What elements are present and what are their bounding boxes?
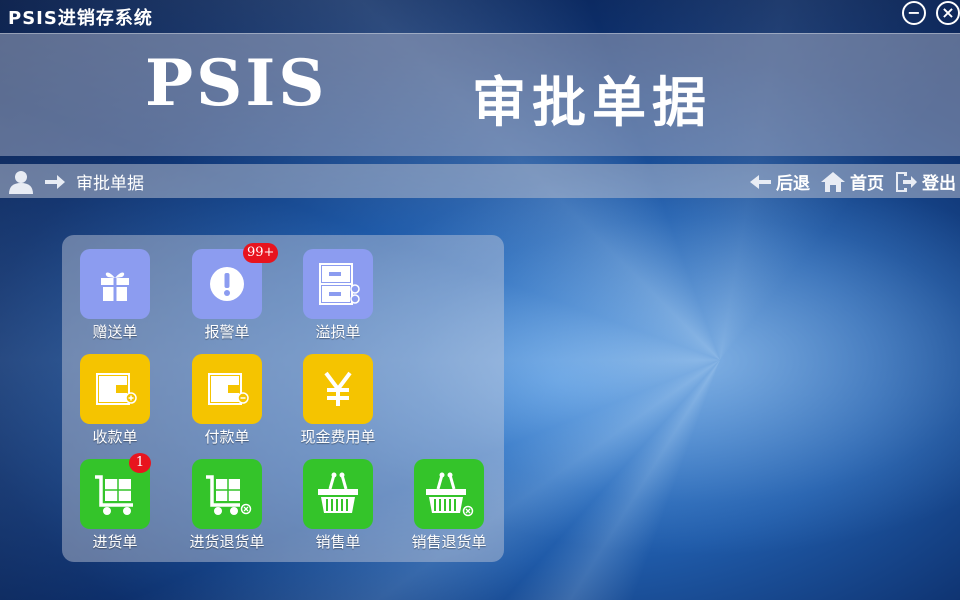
- tile-icon-box[interactable]: [303, 459, 373, 529]
- arrow-left-icon: [750, 174, 771, 189]
- tile-purchase-return-document[interactable]: 进货退货单: [171, 459, 283, 552]
- tile-label: 收款单: [92, 428, 138, 446]
- cabinet-icon: [319, 263, 360, 305]
- tile-cash-expense-document[interactable]: 现金费用单: [282, 354, 394, 447]
- tile-icon-box[interactable]: [303, 354, 373, 424]
- tile-label: 进货退货单: [189, 533, 265, 551]
- wallet-minus-icon: [208, 373, 249, 405]
- tile-label: 销售退货单: [411, 533, 487, 551]
- cart-icon: [95, 475, 133, 515]
- nav-bar: 审批单据 后退 首页 登出: [0, 164, 960, 198]
- gift-icon: [101, 272, 129, 301]
- tile-label: 溢损单: [315, 323, 361, 341]
- app-title: PSIS进销存系统: [8, 8, 153, 29]
- tile-sales-return-document[interactable]: 销售退货单: [393, 459, 505, 552]
- notification-badge: 99+: [243, 243, 279, 263]
- home-label: 首页: [850, 174, 884, 194]
- tile-icon-box[interactable]: [80, 354, 150, 424]
- notification-badge: 1: [129, 453, 151, 473]
- alert-icon: [210, 267, 244, 301]
- tile-receipt-document[interactable]: 收款单: [59, 354, 171, 447]
- logout-button[interactable]: 登出: [894, 169, 956, 194]
- tile-label: 报警单: [204, 323, 250, 341]
- back-label: 后退: [776, 174, 810, 194]
- close-button[interactable]: ×: [936, 1, 960, 25]
- home-button[interactable]: 首页: [820, 169, 884, 194]
- tile-icon-box[interactable]: [414, 459, 484, 529]
- tile-alert-document[interactable]: 99+ 报警单: [171, 243, 283, 342]
- logout-label: 登出: [922, 174, 956, 194]
- tile-gift-document[interactable]: 赠送单: [59, 249, 171, 342]
- basket-icon: [318, 472, 358, 513]
- minimize-button[interactable]: −: [902, 1, 926, 25]
- title-bar: PSIS进销存系统 − ×: [0, 0, 960, 32]
- page-title: 审批单据: [472, 71, 712, 134]
- back-button[interactable]: 后退: [748, 169, 810, 194]
- tile-payment-document[interactable]: 付款单: [171, 354, 283, 447]
- brand-logo-text: PSIS: [145, 46, 328, 121]
- tile-icon-box[interactable]: [192, 459, 262, 529]
- tile-loss-document[interactable]: 溢损单: [282, 249, 394, 342]
- home-icon: [821, 171, 845, 192]
- banner: PSIS 审批单据: [0, 33, 960, 156]
- tile-purchase-document[interactable]: 1 进货单: [59, 453, 171, 552]
- tile-icon-box[interactable]: [80, 249, 150, 319]
- tile-label: 现金费用单: [300, 428, 376, 446]
- arrow-right-icon: [45, 174, 65, 189]
- tile-label: 进货单: [92, 533, 138, 551]
- document-panel: 赠送单 99+ 报警单 溢损单 收款单 付款单 现金费用单 1 进货单 进货退货…: [62, 235, 504, 562]
- yen-icon: [324, 371, 352, 406]
- wallet-plus-icon: [96, 373, 137, 405]
- breadcrumb: 审批单据: [76, 174, 144, 194]
- cart-return-icon: [206, 475, 252, 515]
- basket-return-icon: [426, 472, 474, 517]
- logout-icon: [896, 171, 917, 192]
- tile-label: 销售单: [315, 533, 361, 551]
- user-icon[interactable]: [8, 170, 34, 194]
- tile-icon-box[interactable]: [303, 249, 373, 319]
- tile-sales-document[interactable]: 销售单: [282, 459, 394, 552]
- tile-label: 付款单: [204, 428, 250, 446]
- tile-label: 赠送单: [92, 323, 138, 341]
- tile-icon-box[interactable]: [192, 354, 262, 424]
